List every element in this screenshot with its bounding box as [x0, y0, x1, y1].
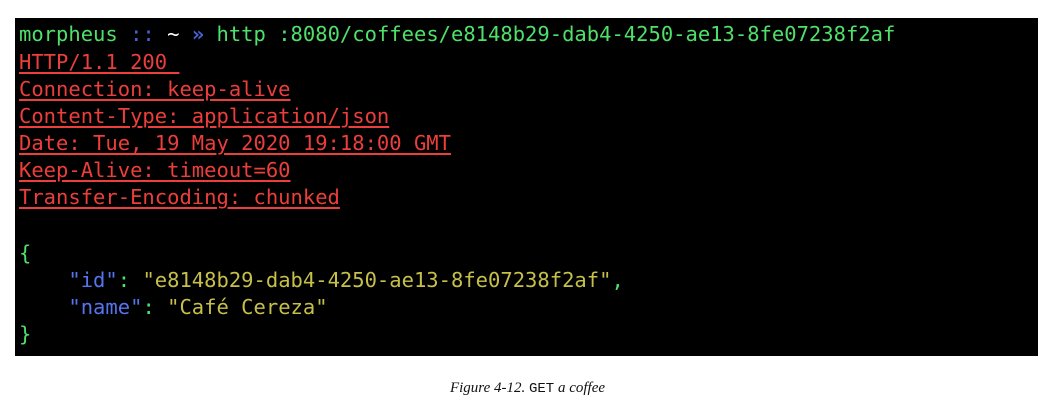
header-connection: Connection: keep-alive	[19, 77, 291, 101]
figure-caption: Figure 4-12. GET a coffee	[0, 380, 1055, 397]
json-key-id: id	[80, 268, 106, 292]
prompt-user: morpheus	[19, 22, 118, 46]
command-text: http :8080/coffees/e8148b29-dab4-4250-ae…	[216, 22, 896, 46]
prompt-chevron-icon: »	[191, 22, 205, 46]
header-keep-alive: Keep-Alive: timeout=60	[19, 158, 291, 182]
terminal-window[interactable]: morpheus :: ~ » http :8080/coffees/e8148…	[15, 18, 1038, 356]
json-open-brace: {	[19, 241, 32, 265]
header-transfer-encoding: Transfer-Encoding: chunked	[19, 185, 340, 209]
prompt-line: morpheus :: ~ » http :8080/coffees/e8148…	[19, 21, 895, 47]
prompt-separator: ::	[130, 22, 155, 46]
header-date: Date: Tue, 19 May 2020 19:18:00 GMT	[19, 131, 451, 155]
prompt-path: ~	[167, 22, 180, 46]
json-close-brace: }	[19, 322, 32, 346]
caption-prefix: Figure 4-12.	[449, 380, 529, 396]
json-key-name: name	[80, 295, 131, 319]
response-status-line: HTTP/1.1 200	[19, 50, 180, 74]
header-content-type: Content-Type: application/json	[19, 104, 390, 128]
json-value-id: "e8148b29-dab4-4250-ae13-8fe07238f2af"	[142, 268, 612, 292]
caption-suffix: a coffee	[554, 380, 606, 396]
json-field-id: "id": "e8148b29-dab4-4250-ae13-8fe07238f…	[68, 268, 624, 292]
caption-code: GET	[528, 381, 555, 397]
json-field-name: "name": "Café Cereza"	[68, 295, 328, 319]
json-value-name: "Café Cereza"	[167, 295, 328, 319]
